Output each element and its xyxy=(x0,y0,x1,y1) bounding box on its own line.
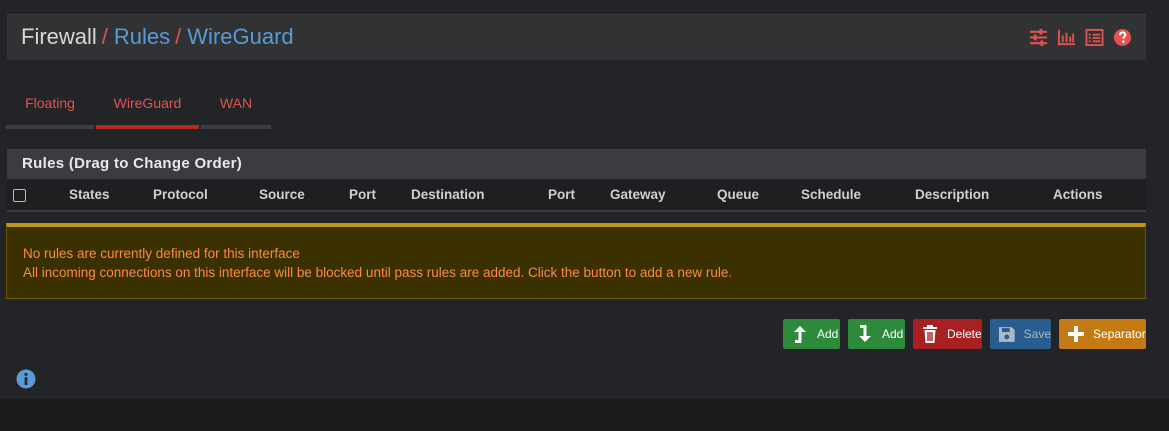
bar-chart-icon[interactable] xyxy=(1057,28,1076,47)
tab-floating[interactable]: Floating xyxy=(6,84,94,129)
delete-label: Delete xyxy=(947,327,982,341)
column-header-states: States xyxy=(69,187,110,202)
no-rules-alert: No rules are currently defined for this … xyxy=(6,223,1146,299)
breadcrumb-firewall: Firewall xyxy=(21,24,97,49)
rules-panel: Rules (Drag to Change Order) States Prot… xyxy=(7,149,1146,212)
arrow-up-turn-icon xyxy=(794,326,806,343)
list-icon[interactable] xyxy=(1085,28,1104,47)
add-bottom-label: Add xyxy=(882,327,904,341)
column-header-source-port: Port xyxy=(349,187,376,202)
footer-band xyxy=(0,399,1169,431)
save-button[interactable]: Save xyxy=(990,319,1051,349)
column-header-destination-port: Port xyxy=(548,187,575,202)
arrow-down-turn-icon xyxy=(859,325,871,342)
page-header: Firewall / Rules / WireGuard xyxy=(7,14,1146,60)
sliders-icon[interactable] xyxy=(1029,28,1048,47)
delete-button[interactable]: Delete xyxy=(913,319,982,349)
trash-icon xyxy=(923,325,937,343)
add-rule-top-button[interactable]: Add xyxy=(783,319,840,349)
page-body: Firewall / Rules / WireGuard Floating Wi… xyxy=(0,0,1169,399)
column-header-actions: Actions xyxy=(1053,187,1103,202)
column-header-source: Source xyxy=(259,187,305,202)
header-icons xyxy=(1029,28,1132,47)
breadcrumb-rules[interactable]: Rules xyxy=(114,24,170,49)
separator-label: Separator xyxy=(1093,327,1146,341)
floppy-disk-icon xyxy=(998,327,1015,342)
breadcrumb: Firewall / Rules / WireGuard xyxy=(21,24,294,50)
alert-line-2: All incoming connections on this interfa… xyxy=(23,265,733,280)
rules-table-header: States Protocol Source Port Destination … xyxy=(7,179,1146,212)
add-top-label: Add xyxy=(817,327,839,341)
panel-title: Rules (Drag to Change Order) xyxy=(7,149,1146,179)
column-header-schedule: Schedule xyxy=(801,187,862,202)
save-label: Save xyxy=(1023,327,1051,341)
column-header-destination: Destination xyxy=(411,187,485,202)
breadcrumb-separator: / xyxy=(101,24,108,49)
breadcrumb-wireguard[interactable]: WireGuard xyxy=(187,24,293,49)
tab-wan[interactable]: WAN xyxy=(201,84,271,129)
column-header-protocol: Protocol xyxy=(153,187,208,202)
add-rule-bottom-button[interactable]: Add xyxy=(848,319,905,349)
breadcrumb-separator: / xyxy=(175,24,182,49)
plus-icon xyxy=(1068,326,1084,342)
tab-wireguard[interactable]: WireGuard xyxy=(96,84,199,129)
alert-line-1: No rules are currently defined for this … xyxy=(23,246,300,261)
column-header-description: Description xyxy=(915,187,990,202)
help-icon[interactable] xyxy=(1113,28,1132,47)
add-separator-button[interactable]: Separator xyxy=(1059,319,1146,349)
column-header-gateway: Gateway xyxy=(610,187,666,202)
info-icon[interactable] xyxy=(16,369,36,389)
column-header-queue: Queue xyxy=(717,187,760,202)
select-all-checkbox[interactable] xyxy=(13,189,26,202)
